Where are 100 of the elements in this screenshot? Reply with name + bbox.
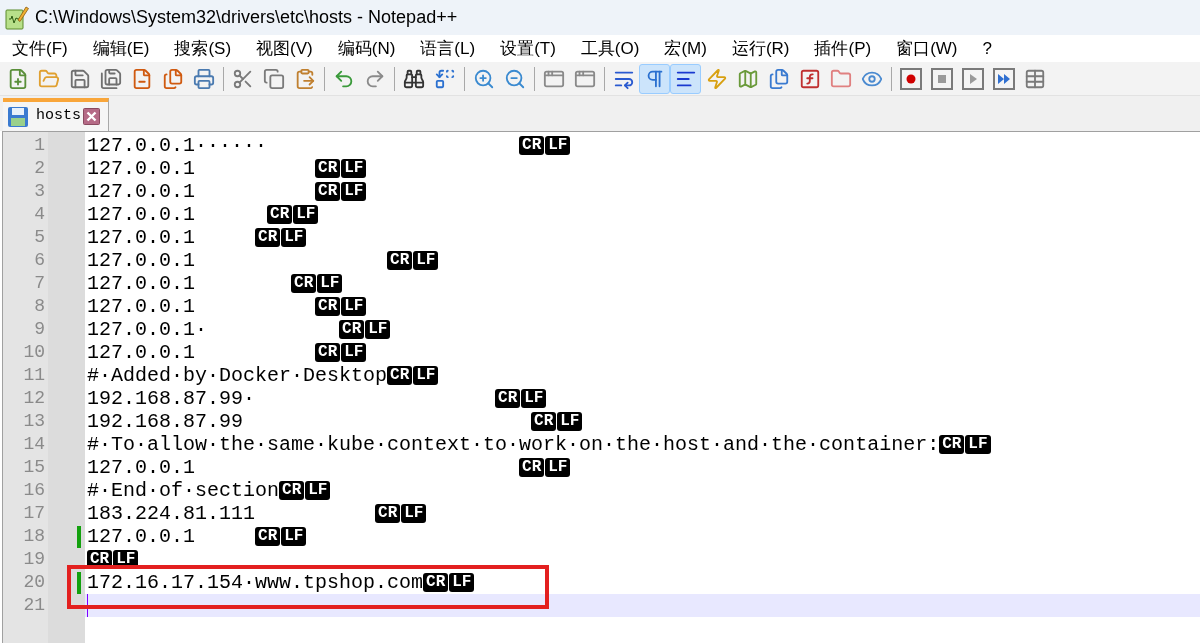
code-line: 127.0.0.1······ xyxy=(87,134,268,157)
folder-icon xyxy=(829,67,852,90)
eol-marker: LF xyxy=(545,458,571,477)
eol-marker: CR xyxy=(387,366,413,385)
eol-marker: CR xyxy=(255,527,281,546)
code-line: 127.0.0.1 xyxy=(87,456,196,479)
menu-item[interactable]: 视图(V) xyxy=(256,37,313,60)
eol-marker: LF xyxy=(965,435,991,454)
eol-marker: CR xyxy=(387,251,413,270)
zoom-out-icon xyxy=(503,67,526,90)
menu-item[interactable]: 窗口(W) xyxy=(896,37,958,60)
menu-item[interactable]: 编辑(E) xyxy=(92,37,150,60)
line-number: 21 xyxy=(23,594,45,617)
code-line: 127.0.0.1 xyxy=(87,341,196,364)
eol-marker: CR xyxy=(423,573,449,592)
eol-marker: LF xyxy=(413,366,439,385)
line-number: 7 xyxy=(34,272,45,295)
zoom-in-icon xyxy=(472,67,495,90)
menu-item[interactable]: 宏(M) xyxy=(664,37,707,60)
record-icon xyxy=(899,67,922,90)
menu-item[interactable]: 运行(R) xyxy=(731,37,790,60)
eol-marker: CR xyxy=(255,228,281,247)
folder-icon xyxy=(37,67,60,90)
tab[interactable]: hosts xyxy=(3,98,109,131)
code-line: 127.0.0.1· xyxy=(87,318,208,341)
floppy-disks-icon xyxy=(99,67,122,90)
code-line: 172.16.17.154·www.tpshop.com xyxy=(87,571,424,594)
close-icon[interactable] xyxy=(83,108,100,125)
line-number: 4 xyxy=(34,203,45,226)
line-number: 14 xyxy=(23,433,45,456)
line-number: 9 xyxy=(34,318,45,341)
line-number: 11 xyxy=(23,364,45,387)
copy-icon xyxy=(262,67,285,90)
eol-marker: LF xyxy=(521,389,547,408)
eol-marker: LF xyxy=(293,205,319,224)
line-number: 5 xyxy=(34,226,45,249)
eol-marker: CR xyxy=(279,481,305,500)
line-number: 12 xyxy=(23,387,45,410)
line-number: 17 xyxy=(23,502,45,525)
fast-forward-icon xyxy=(992,67,1015,90)
menu-item[interactable]: 编码(N) xyxy=(337,37,396,60)
line-number: 20 xyxy=(23,571,45,594)
code-line: #·End·of·section xyxy=(87,479,280,502)
code-line: 127.0.0.1 xyxy=(87,226,196,249)
binoculars-icon xyxy=(402,67,425,90)
eol-marker: LF xyxy=(413,251,439,270)
play-icon xyxy=(961,67,984,90)
eol-marker: CR xyxy=(315,182,341,201)
scissors-icon xyxy=(231,67,254,90)
eol-marker: CR xyxy=(519,458,545,477)
eol-marker: LF xyxy=(341,159,367,178)
eol-marker: LF xyxy=(401,504,427,523)
eol-marker: CR xyxy=(315,343,341,362)
function-icon xyxy=(798,67,821,90)
table-icon xyxy=(1023,67,1046,90)
line-number: 13 xyxy=(23,410,45,433)
stop-icon xyxy=(930,67,953,90)
lightning-icon xyxy=(705,67,728,90)
arrow-squares-icon xyxy=(433,67,456,90)
menu-item[interactable]: 语言(L) xyxy=(420,37,476,60)
eol-marker: LF xyxy=(317,274,343,293)
code-line: 183.224.81.111 xyxy=(87,502,256,525)
eol-marker: LF xyxy=(545,136,571,155)
code-line: #·Added·by·Docker·Desktop xyxy=(87,364,388,387)
printer-icon xyxy=(192,67,215,90)
eol-marker: CR xyxy=(375,504,401,523)
line-number: 1 xyxy=(34,134,45,157)
tab-label: hosts xyxy=(36,106,81,127)
code-line: 192.168.87.99 xyxy=(87,410,244,433)
toolbar-button[interactable] xyxy=(670,63,701,94)
code-line: 127.0.0.1 xyxy=(87,295,196,318)
line-number: 6 xyxy=(34,249,45,272)
eol-marker: CR xyxy=(315,159,341,178)
eol-marker: LF xyxy=(341,343,367,362)
eol-marker: CR xyxy=(267,205,293,224)
eol-marker: CR xyxy=(339,320,365,339)
line-number: 18 xyxy=(23,525,45,548)
menu-item[interactable]: 工具(O) xyxy=(580,37,640,60)
menu-item[interactable]: ? xyxy=(982,37,992,60)
menu-item[interactable]: 文件(F) xyxy=(12,37,68,60)
eol-marker: CR xyxy=(291,274,317,293)
line-number: 15 xyxy=(23,456,45,479)
eol-marker: CR xyxy=(315,297,341,316)
menu-item[interactable]: 搜索(S) xyxy=(174,37,232,60)
line-number: 16 xyxy=(23,479,45,502)
menu-item[interactable]: 设置(T) xyxy=(500,37,556,60)
eol-marker: LF xyxy=(341,182,367,201)
eol-marker: LF xyxy=(365,320,391,339)
notepad-icon xyxy=(5,5,29,30)
line-number: 3 xyxy=(34,180,45,203)
eol-marker: LF xyxy=(305,481,331,500)
map-icon xyxy=(736,67,759,90)
window-title: C:\Windows\System32\drivers\etc\hosts - Notepad++ xyxy=(35,6,458,29)
line-number: 10 xyxy=(23,341,45,364)
menu-item[interactable]: 插件(P) xyxy=(814,37,872,60)
eol-marker: LF xyxy=(449,573,475,592)
eol-marker: LF xyxy=(281,228,307,247)
eol-marker: CR xyxy=(531,412,557,431)
code-line: 127.0.0.1 xyxy=(87,157,196,180)
eol-marker: CR xyxy=(519,136,545,155)
